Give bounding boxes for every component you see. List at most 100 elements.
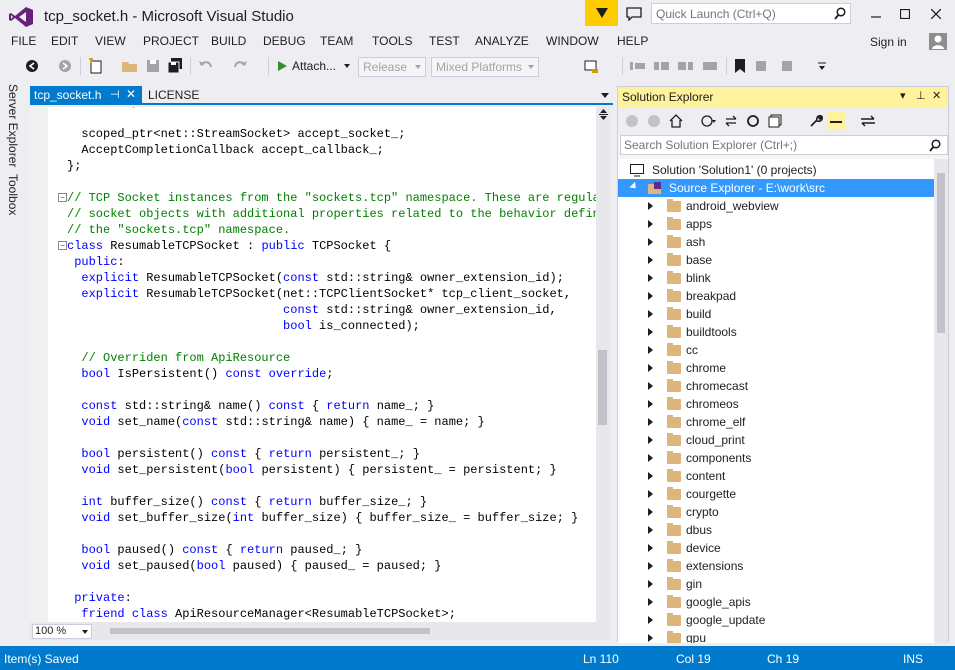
tree-node-folder[interactable]: google_apis bbox=[618, 593, 934, 611]
indicator-margin[interactable] bbox=[30, 107, 48, 622]
expand-arrow-icon[interactable] bbox=[648, 490, 653, 498]
previous-bookmark-icon[interactable] bbox=[754, 56, 774, 76]
open-folder-icon[interactable] bbox=[120, 56, 140, 76]
tree-node-folder[interactable]: cc bbox=[618, 341, 934, 359]
tree-node-folder[interactable]: google_update bbox=[618, 611, 934, 629]
expand-arrow-icon[interactable] bbox=[648, 364, 653, 372]
undo-icon[interactable] bbox=[196, 56, 216, 76]
solution-explorer-search-input[interactable] bbox=[621, 136, 921, 154]
code-line[interactable]: void set_name(const std::string& name) {… bbox=[67, 414, 596, 430]
code-editor[interactable]: − − ReadCompletionCallback read_callback… bbox=[30, 107, 596, 622]
expand-arrow-icon[interactable] bbox=[648, 400, 653, 408]
tree-node-folder[interactable]: extensions bbox=[618, 557, 934, 575]
code-line[interactable] bbox=[67, 430, 596, 446]
tree-node-folder[interactable]: chromeos bbox=[618, 395, 934, 413]
code-line[interactable]: public: bbox=[67, 254, 596, 270]
expand-arrow-icon[interactable] bbox=[648, 454, 653, 462]
code-line[interactable] bbox=[67, 334, 596, 350]
menu-window[interactable]: WINDOW bbox=[546, 34, 599, 48]
sync-with-document-icon[interactable] bbox=[859, 112, 877, 130]
code-line[interactable]: bool IsPersistent() const override; bbox=[67, 366, 596, 382]
tree-node-folder[interactable]: ash bbox=[618, 233, 934, 251]
tree-node-folder[interactable]: gin bbox=[618, 575, 934, 593]
code-line[interactable]: explicit ResumableTCPSocket(net::TCPClie… bbox=[67, 286, 596, 302]
properties-wrench-icon[interactable] bbox=[807, 112, 825, 130]
code-line[interactable]: scoped_ptr<net::StreamSocket> accept_soc… bbox=[67, 126, 596, 142]
expand-arrow-icon[interactable] bbox=[648, 238, 653, 246]
align-left-icon[interactable] bbox=[628, 56, 648, 76]
tree-node-source-explorer[interactable]: Source Explorer - E:\work\src bbox=[618, 179, 934, 197]
expand-arrow-icon[interactable] bbox=[648, 472, 653, 480]
code-line[interactable]: bool is_connected); bbox=[67, 318, 596, 334]
tree-node-folder[interactable]: device bbox=[618, 539, 934, 557]
code-line[interactable]: void set_paused(bool paused) { paused_ =… bbox=[67, 558, 596, 574]
expanded-arrow-icon[interactable] bbox=[629, 181, 639, 192]
back-icon[interactable] bbox=[22, 56, 42, 76]
expand-arrow-icon[interactable] bbox=[648, 580, 653, 588]
attach-debugger-button[interactable]: Attach... bbox=[276, 56, 351, 76]
expand-arrow-icon[interactable] bbox=[648, 220, 653, 228]
collapse-outline-icon[interactable]: − bbox=[58, 241, 67, 250]
preview-selected-items-icon[interactable] bbox=[827, 112, 845, 130]
code-line[interactable] bbox=[67, 478, 596, 494]
tab-tcp-socket-h[interactable]: tcp_socket.h ⊣ ✕ bbox=[30, 86, 142, 105]
expand-arrow-icon[interactable] bbox=[648, 274, 653, 282]
tree-node-folder[interactable]: chrome_elf bbox=[618, 413, 934, 431]
code-line[interactable]: explicit ResumableTCPSocket(const std::s… bbox=[67, 270, 596, 286]
tab-list-dropdown-icon[interactable] bbox=[601, 93, 609, 98]
maximize-button[interactable] bbox=[891, 4, 919, 24]
code-line[interactable] bbox=[67, 574, 596, 590]
expand-arrow-icon[interactable] bbox=[648, 418, 653, 426]
expand-arrow-icon[interactable] bbox=[648, 544, 653, 552]
close-window-button[interactable] bbox=[922, 4, 950, 24]
solution-platform-select[interactable]: Mixed Platforms bbox=[431, 57, 539, 77]
forward-icon[interactable] bbox=[55, 56, 75, 76]
code-line[interactable]: AcceptCompletionCallback accept_callback… bbox=[67, 142, 596, 158]
next-bookmark-icon[interactable] bbox=[778, 56, 798, 76]
editor-horizontal-scrollbar[interactable]: 100 % bbox=[30, 622, 610, 640]
pin-icon[interactable]: ⊣ bbox=[110, 88, 120, 101]
code-line[interactable]: private: bbox=[67, 590, 596, 606]
solution-configuration-select[interactable]: Release bbox=[358, 57, 426, 77]
save-all-icon[interactable] bbox=[165, 56, 185, 76]
menu-tools[interactable]: TOOLS bbox=[372, 34, 412, 48]
expand-arrow-icon[interactable] bbox=[648, 436, 653, 444]
find-in-files-icon[interactable] bbox=[582, 56, 602, 76]
expand-arrow-icon[interactable] bbox=[648, 256, 653, 264]
redo-icon[interactable] bbox=[230, 56, 250, 76]
expand-arrow-icon[interactable] bbox=[648, 328, 653, 336]
search-icon[interactable] bbox=[834, 7, 846, 23]
tree-node-folder[interactable]: components bbox=[618, 449, 934, 467]
bookmark-icon[interactable] bbox=[730, 56, 750, 76]
tree-node-folder[interactable]: base bbox=[618, 251, 934, 269]
refresh-icon[interactable] bbox=[744, 112, 762, 130]
code-line[interactable]: class ResumableTCPSocket : public TCPSoc… bbox=[67, 238, 596, 254]
expand-arrow-icon[interactable] bbox=[648, 310, 653, 318]
zoom-level-select[interactable]: 100 % bbox=[32, 624, 92, 639]
toolbar-overflow-icon[interactable] bbox=[816, 56, 828, 76]
tree-node-folder[interactable]: chromecast bbox=[618, 377, 934, 395]
tree-node-folder[interactable]: cloud_print bbox=[618, 431, 934, 449]
tree-node-folder[interactable]: apps bbox=[618, 215, 934, 233]
chevron-down-icon[interactable] bbox=[344, 64, 351, 68]
code-line[interactable]: // TCP Socket instances from the "socket… bbox=[67, 190, 596, 206]
editor-vertical-scrollbar[interactable] bbox=[596, 107, 610, 622]
sync-icon[interactable] bbox=[722, 112, 740, 130]
tree-node-folder[interactable]: breakpad bbox=[618, 287, 934, 305]
new-project-icon[interactable] bbox=[86, 56, 106, 76]
menu-edit[interactable]: EDIT bbox=[51, 34, 78, 48]
pending-changes-filter-icon[interactable] bbox=[700, 112, 718, 130]
window-position-dropdown-icon[interactable]: ▾ bbox=[900, 89, 906, 102]
scroll-thumb[interactable] bbox=[110, 628, 430, 634]
expand-arrow-icon[interactable] bbox=[648, 346, 653, 354]
expand-arrow-icon[interactable] bbox=[648, 508, 653, 516]
code-line[interactable]: const std::string& name() const { return… bbox=[67, 398, 596, 414]
solution-explorer-search[interactable] bbox=[620, 135, 948, 155]
code-line[interactable] bbox=[67, 174, 596, 190]
code-line[interactable]: int buffer_size() const { return buffer_… bbox=[67, 494, 596, 510]
code-line[interactable]: friend class ApiResourceManager<Resumabl… bbox=[67, 606, 596, 622]
code-line[interactable]: // Overriden from ApiResource bbox=[67, 350, 596, 366]
tree-node-folder[interactable]: gpu bbox=[618, 629, 934, 643]
forward-icon[interactable] bbox=[645, 112, 663, 130]
outdent-icon[interactable] bbox=[676, 56, 696, 76]
